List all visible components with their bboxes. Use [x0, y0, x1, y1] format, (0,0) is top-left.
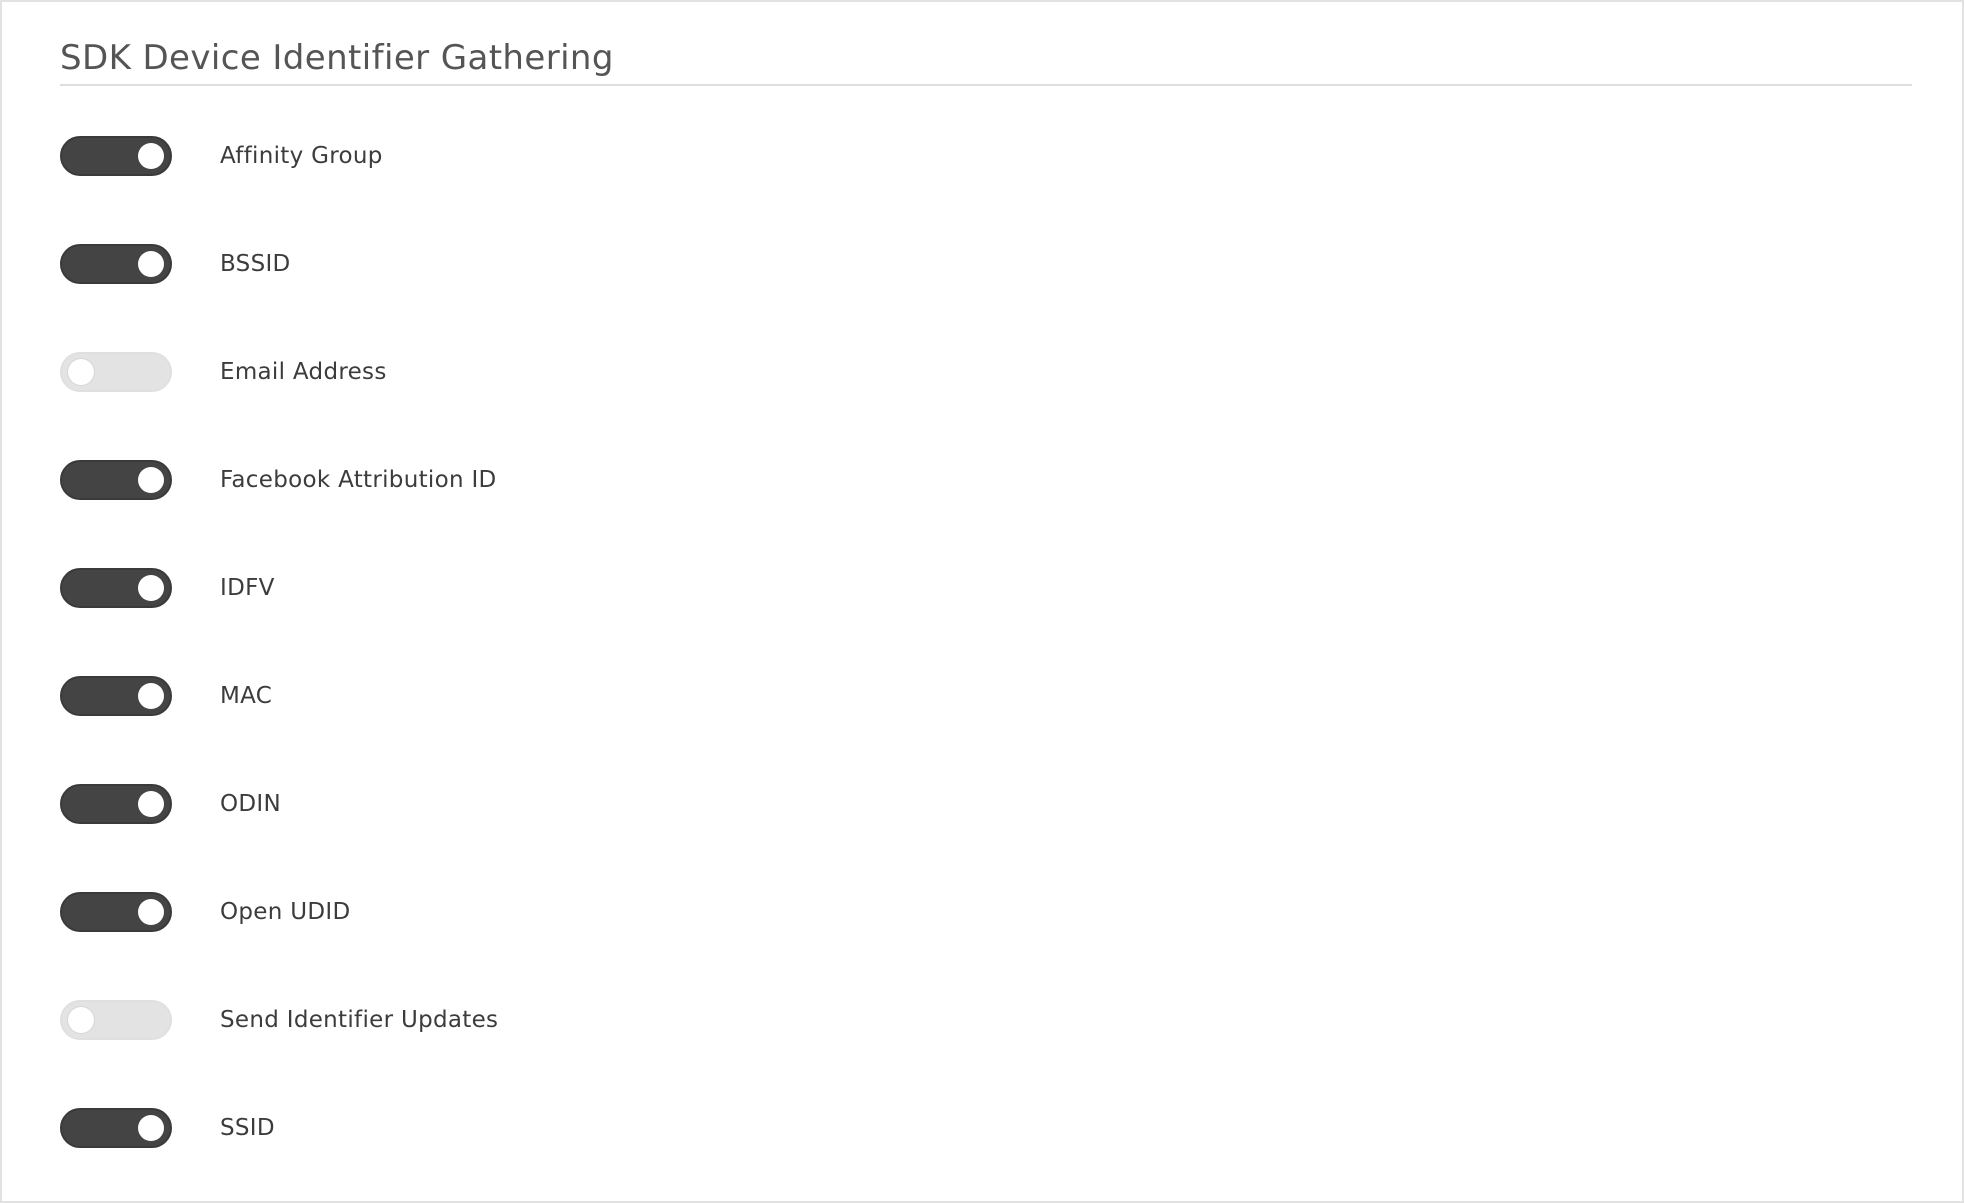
setting-label: BSSID	[220, 251, 291, 277]
toggle-knob	[68, 359, 94, 385]
setting-row-send-identifier-updates: Send Identifier Updates	[60, 966, 1060, 1074]
setting-label: Send Identifier Updates	[220, 1007, 499, 1033]
setting-label: Email Address	[220, 359, 387, 385]
toggle-knob	[138, 467, 164, 493]
toggle-knob	[138, 575, 164, 601]
section-header: SDK Device Identifier Gathering	[60, 32, 1912, 86]
setting-row-idfv: IDFV	[60, 534, 1060, 642]
toggle-knob	[138, 899, 164, 925]
toggle-knob	[138, 791, 164, 817]
toggle-knob	[68, 1007, 94, 1033]
section-title: SDK Device Identifier Gathering	[60, 38, 614, 78]
toggle-knob	[138, 683, 164, 709]
setting-row-open-udid: Open UDID	[60, 858, 1060, 966]
setting-label: ODIN	[220, 791, 282, 817]
setting-row-affinity-group: Affinity Group	[60, 102, 1060, 210]
setting-row-odin: ODIN	[60, 750, 1060, 858]
toggle-send-identifier-updates[interactable]	[60, 1000, 172, 1040]
toggle-facebook-attribution-id[interactable]	[60, 460, 172, 500]
toggle-knob	[138, 143, 164, 169]
toggle-knob	[138, 251, 164, 277]
toggle-ssid[interactable]	[60, 1108, 172, 1148]
setting-label: Facebook Attribution ID	[220, 467, 497, 493]
setting-row-ssid: SSID	[60, 1074, 1060, 1182]
settings-panel: SDK Device Identifier Gathering Affinity…	[0, 0, 1964, 1203]
toggle-affinity-group[interactable]	[60, 136, 172, 176]
settings-list: Affinity Group BSSID Email Address Faceb…	[60, 102, 1060, 1182]
setting-label: SSID	[220, 1115, 275, 1141]
toggle-odin[interactable]	[60, 784, 172, 824]
toggle-mac[interactable]	[60, 676, 172, 716]
setting-label: MAC	[220, 683, 273, 709]
setting-label: IDFV	[220, 575, 275, 601]
toggle-open-udid[interactable]	[60, 892, 172, 932]
setting-row-mac: MAC	[60, 642, 1060, 750]
toggle-knob	[138, 1115, 164, 1141]
toggle-idfv[interactable]	[60, 568, 172, 608]
setting-row-email-address: Email Address	[60, 318, 1060, 426]
setting-row-bssid: BSSID	[60, 210, 1060, 318]
setting-label: Open UDID	[220, 899, 351, 925]
setting-label: Affinity Group	[220, 143, 383, 169]
toggle-bssid[interactable]	[60, 244, 172, 284]
toggle-email-address[interactable]	[60, 352, 172, 392]
setting-row-facebook-attribution-id: Facebook Attribution ID	[60, 426, 1060, 534]
